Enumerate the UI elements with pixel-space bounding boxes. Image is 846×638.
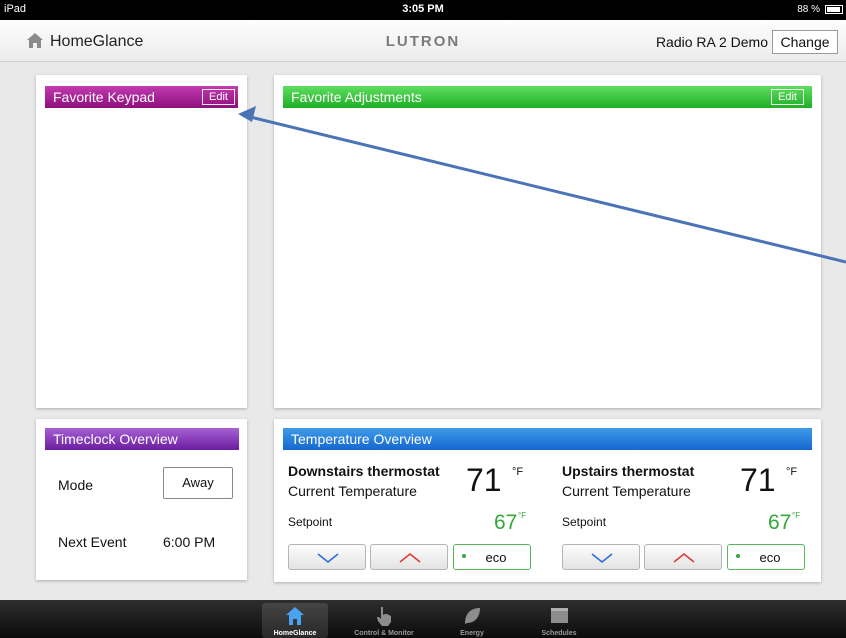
setpoint-up-button[interactable] — [644, 544, 722, 570]
current-temperature-value: 71 — [740, 462, 776, 498]
favorite-adjustments-edit-button[interactable]: Edit — [771, 89, 804, 105]
mode-button[interactable]: Away — [163, 467, 233, 499]
home-icon — [286, 607, 304, 625]
battery-icon — [825, 5, 843, 14]
thermostat-name: Downstairs thermostat — [288, 463, 440, 479]
eco-label: eco — [485, 550, 507, 565]
favorite-adjustments-title: Favorite Adjustments — [291, 89, 422, 105]
current-temperature-unit: °F — [512, 466, 524, 478]
tab-label: HomeGlance — [273, 630, 317, 637]
eco-button[interactable]: eco — [453, 544, 531, 570]
tab-control-monitor[interactable]: Control & Monitor — [351, 603, 417, 638]
chevron-up-icon — [399, 552, 421, 563]
next-event-label: Next Event — [58, 534, 127, 550]
favorite-keypad-panel: Favorite Keypad Edit — [36, 75, 247, 408]
eco-label: eco — [759, 550, 781, 565]
favorite-adjustments-header: Favorite Adjustments Edit — [283, 86, 812, 108]
chevron-down-icon — [591, 553, 613, 564]
setpoint-label: Setpoint — [562, 515, 607, 529]
setpoint-unit: °F — [518, 511, 527, 520]
tab-energy[interactable]: Energy — [439, 603, 505, 638]
setpoint-up-button[interactable] — [370, 544, 448, 570]
setpoint-unit: °F — [792, 511, 801, 520]
battery-percent: 88 % — [797, 4, 820, 15]
favorite-adjustments-panel: Favorite Adjustments Edit — [274, 75, 821, 408]
tab-schedules[interactable]: Schedules — [526, 603, 592, 638]
favorite-keypad-header: Favorite Keypad Edit — [45, 86, 238, 108]
change-system-button[interactable]: Change — [772, 30, 838, 54]
status-bar: iPad 3:05 PM 88 % — [0, 0, 846, 20]
setpoint-down-button[interactable] — [288, 544, 366, 570]
timeclock-overview-panel: Timeclock Overview Mode Away Next Event … — [36, 419, 247, 580]
setpoint-down-button[interactable] — [562, 544, 640, 570]
current-temperature-label: Current Temperature — [562, 483, 691, 499]
tab-label: Control & Monitor — [354, 630, 414, 637]
tab-label: Schedules — [541, 630, 577, 637]
leaf-icon — [465, 608, 480, 624]
chevron-down-icon — [317, 553, 339, 564]
tab-label: Energy — [460, 630, 484, 637]
hand-icon — [377, 607, 391, 626]
calendar-icon — [551, 608, 568, 623]
current-temperature-value: 71 — [466, 462, 502, 498]
setpoint-value: 67 — [494, 511, 518, 534]
timeclock-overview-title: Timeclock Overview — [53, 431, 178, 447]
current-temperature-label: Current Temperature — [288, 483, 417, 499]
setpoint-value: 67 — [768, 511, 792, 534]
thermostat-name: Upstairs thermostat — [562, 463, 695, 479]
eco-button[interactable]: eco — [727, 544, 805, 570]
next-event-value: 6:00 PM — [163, 534, 216, 550]
temperature-overview-title: Temperature Overview — [291, 431, 432, 447]
tab-bar: HomeGlance Control & Monitor Energy Sche… — [0, 600, 846, 638]
favorite-keypad-title: Favorite Keypad — [53, 89, 155, 105]
timeclock-overview-header[interactable]: Timeclock Overview — [45, 428, 239, 450]
favorite-keypad-edit-button[interactable]: Edit — [202, 89, 235, 105]
temperature-overview-panel: Temperature Overview Downstairs thermost… — [274, 419, 821, 582]
current-temperature-unit: °F — [786, 466, 798, 478]
setpoint-label: Setpoint — [288, 515, 333, 529]
system-name: Radio RA 2 Demo — [655, 34, 768, 50]
downstairs-thermostat: Downstairs thermostat Current Temperatur… — [288, 463, 538, 578]
app-header: HomeGlance LUTRON Radio RA 2 Demo Change — [0, 20, 846, 62]
temperature-overview-header[interactable]: Temperature Overview — [283, 428, 812, 450]
status-time: 3:05 PM — [402, 3, 444, 15]
tab-homeglance[interactable]: HomeGlance — [262, 603, 328, 638]
upstairs-thermostat: Upstairs thermostat Current Temperature … — [562, 463, 812, 578]
chevron-up-icon — [673, 552, 695, 563]
mode-label: Mode — [58, 477, 94, 493]
